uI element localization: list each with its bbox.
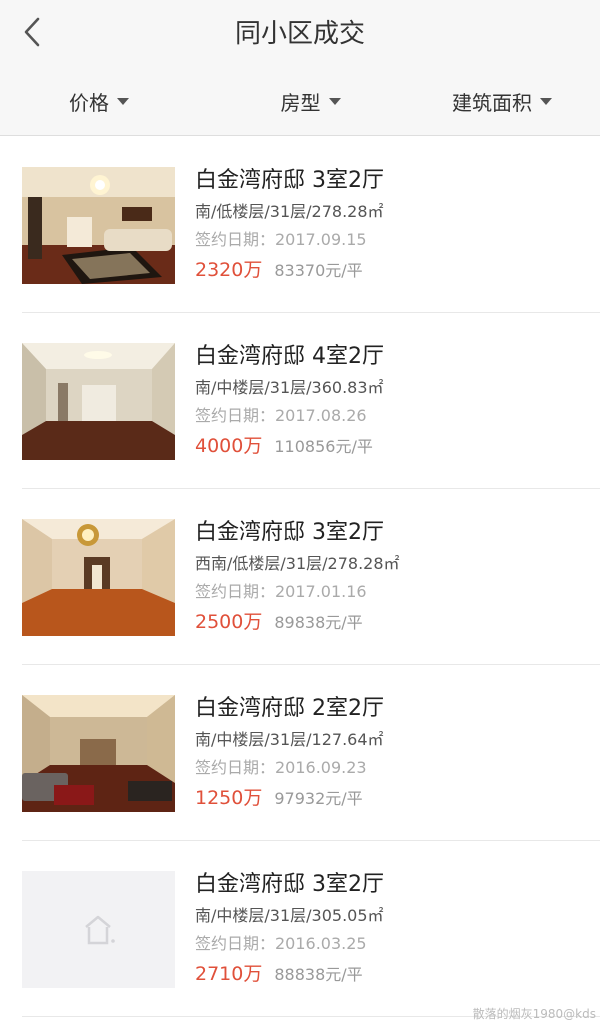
listing-sign-date: 签约日期：2016.09.23 (195, 758, 367, 777)
listing-price: 4000万 (195, 435, 263, 457)
listing-row[interactable]: 白金湾府邸 2室2厅 南/中楼层/31层/127.64㎡ 签约日期：2016.0… (0, 665, 600, 841)
dropdown-caret-icon (328, 98, 341, 105)
back-button[interactable] (14, 14, 50, 50)
listing-unit-price: 89838元/平 (274, 613, 363, 632)
listing-title: 白金湾府邸 4室2厅 (195, 344, 384, 369)
listing-sign-date: 签约日期：2017.09.15 (195, 230, 367, 249)
listing-price: 1250万 (195, 787, 263, 809)
watermark: 散落的烟灰1980@kds (472, 1007, 596, 1021)
page-title: 同小区成交 (234, 19, 365, 49)
filter-layout-label: 房型 (280, 91, 321, 115)
listing-row[interactable]: 白金湾府邸 4室2厅 南/中楼层/31层/360.83㎡ 签约日期：2017.0… (0, 313, 600, 489)
listing-price: 2500万 (195, 611, 263, 633)
listing-photo-placeholder (22, 871, 175, 988)
listing-photo (22, 343, 175, 460)
listing-photo (22, 167, 175, 284)
listing-sign-date: 签约日期：2017.01.16 (195, 582, 367, 601)
listing-unit-price: 110856元/平 (274, 437, 373, 456)
listing-title: 白金湾府邸 3室2厅 (195, 872, 384, 897)
filter-price[interactable]: 价格 (0, 87, 230, 116)
filter-layout[interactable]: 房型 (230, 87, 391, 116)
filter-area[interactable]: 建筑面积 (391, 87, 600, 116)
filter-price-label: 价格 (69, 91, 109, 115)
listing-title: 白金湾府邸 3室2厅 (195, 168, 384, 193)
filter-area-label: 建筑面积 (452, 91, 532, 115)
listing-row[interactable]: 白金湾府邸 3室2厅 南/中楼层/31层/305.05㎡ 签约日期：2016.0… (0, 841, 600, 1017)
listing-unit-price: 97932元/平 (274, 789, 363, 808)
listing-price: 2320万 (195, 259, 263, 281)
dropdown-caret-icon (540, 98, 552, 105)
listing-attributes: 南/中楼层/31层/360.83㎡ (195, 378, 384, 397)
listing-sign-date: 签约日期：2017.08.26 (195, 406, 367, 425)
listing-attributes: 西南/低楼层/31层/278.28㎡ (195, 554, 400, 573)
listing-attributes: 南/中楼层/31层/127.64㎡ (195, 730, 384, 749)
back-arrow-icon (24, 17, 40, 47)
listing-attributes: 南/低楼层/31层/278.28㎡ (195, 202, 384, 221)
filter-bar: 价格 房型 建筑面积 (0, 68, 600, 136)
listing-unit-price: 88838元/平 (274, 965, 363, 984)
listing-row[interactable]: 白金湾府邸 3室2厅 西南/低楼层/31层/278.28㎡ 签约日期：2017.… (0, 489, 600, 665)
listing-title: 白金湾府邸 3室2厅 (195, 520, 384, 545)
listing-unit-price: 83370元/平 (274, 261, 363, 280)
dropdown-caret-icon (117, 98, 129, 105)
top-bar: 同小区成交 (0, 0, 600, 68)
listing-photo (22, 695, 175, 812)
listing-row[interactable]: 白金湾府邸 3室2厅 南/低楼层/31层/278.28㎡ 签约日期：2017.0… (0, 137, 600, 313)
listing-title: 白金湾府邸 2室2厅 (195, 696, 384, 721)
listing-attributes: 南/中楼层/31层/305.05㎡ (195, 906, 384, 925)
listing-price: 2710万 (195, 963, 263, 985)
listing-photo (22, 519, 175, 636)
listing-list: 白金湾府邸 3室2厅 南/低楼层/31层/278.28㎡ 签约日期：2017.0… (0, 137, 600, 1017)
listing-sign-date: 签约日期：2016.03.25 (195, 934, 367, 953)
